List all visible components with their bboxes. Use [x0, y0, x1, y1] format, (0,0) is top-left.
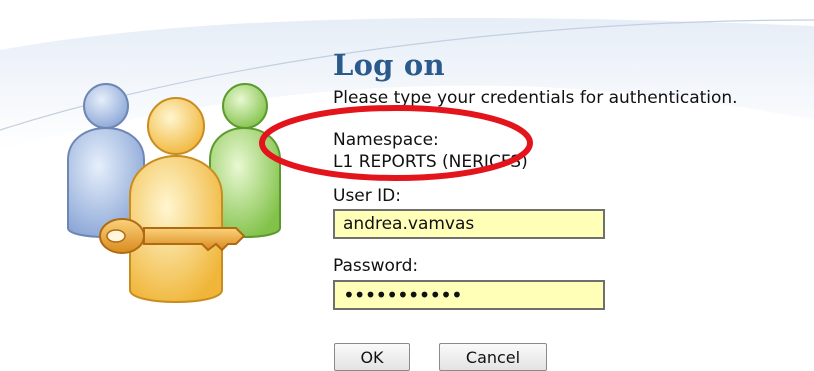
password-label: Password:	[333, 256, 419, 276]
namespace-label: Namespace:	[333, 130, 439, 150]
cancel-button[interactable]: Cancel	[439, 343, 547, 371]
ok-button[interactable]: OK	[334, 343, 410, 371]
userid-label: User ID:	[333, 186, 401, 206]
page-title: Log on	[333, 48, 445, 82]
namespace-value: L1 REPORTS (NERICFS)	[333, 152, 528, 172]
userid-field[interactable]	[333, 209, 605, 239]
users-key-icon	[67, 83, 281, 303]
password-field[interactable]	[333, 280, 605, 310]
page-subtitle: Please type your credentials for authent…	[333, 88, 738, 108]
